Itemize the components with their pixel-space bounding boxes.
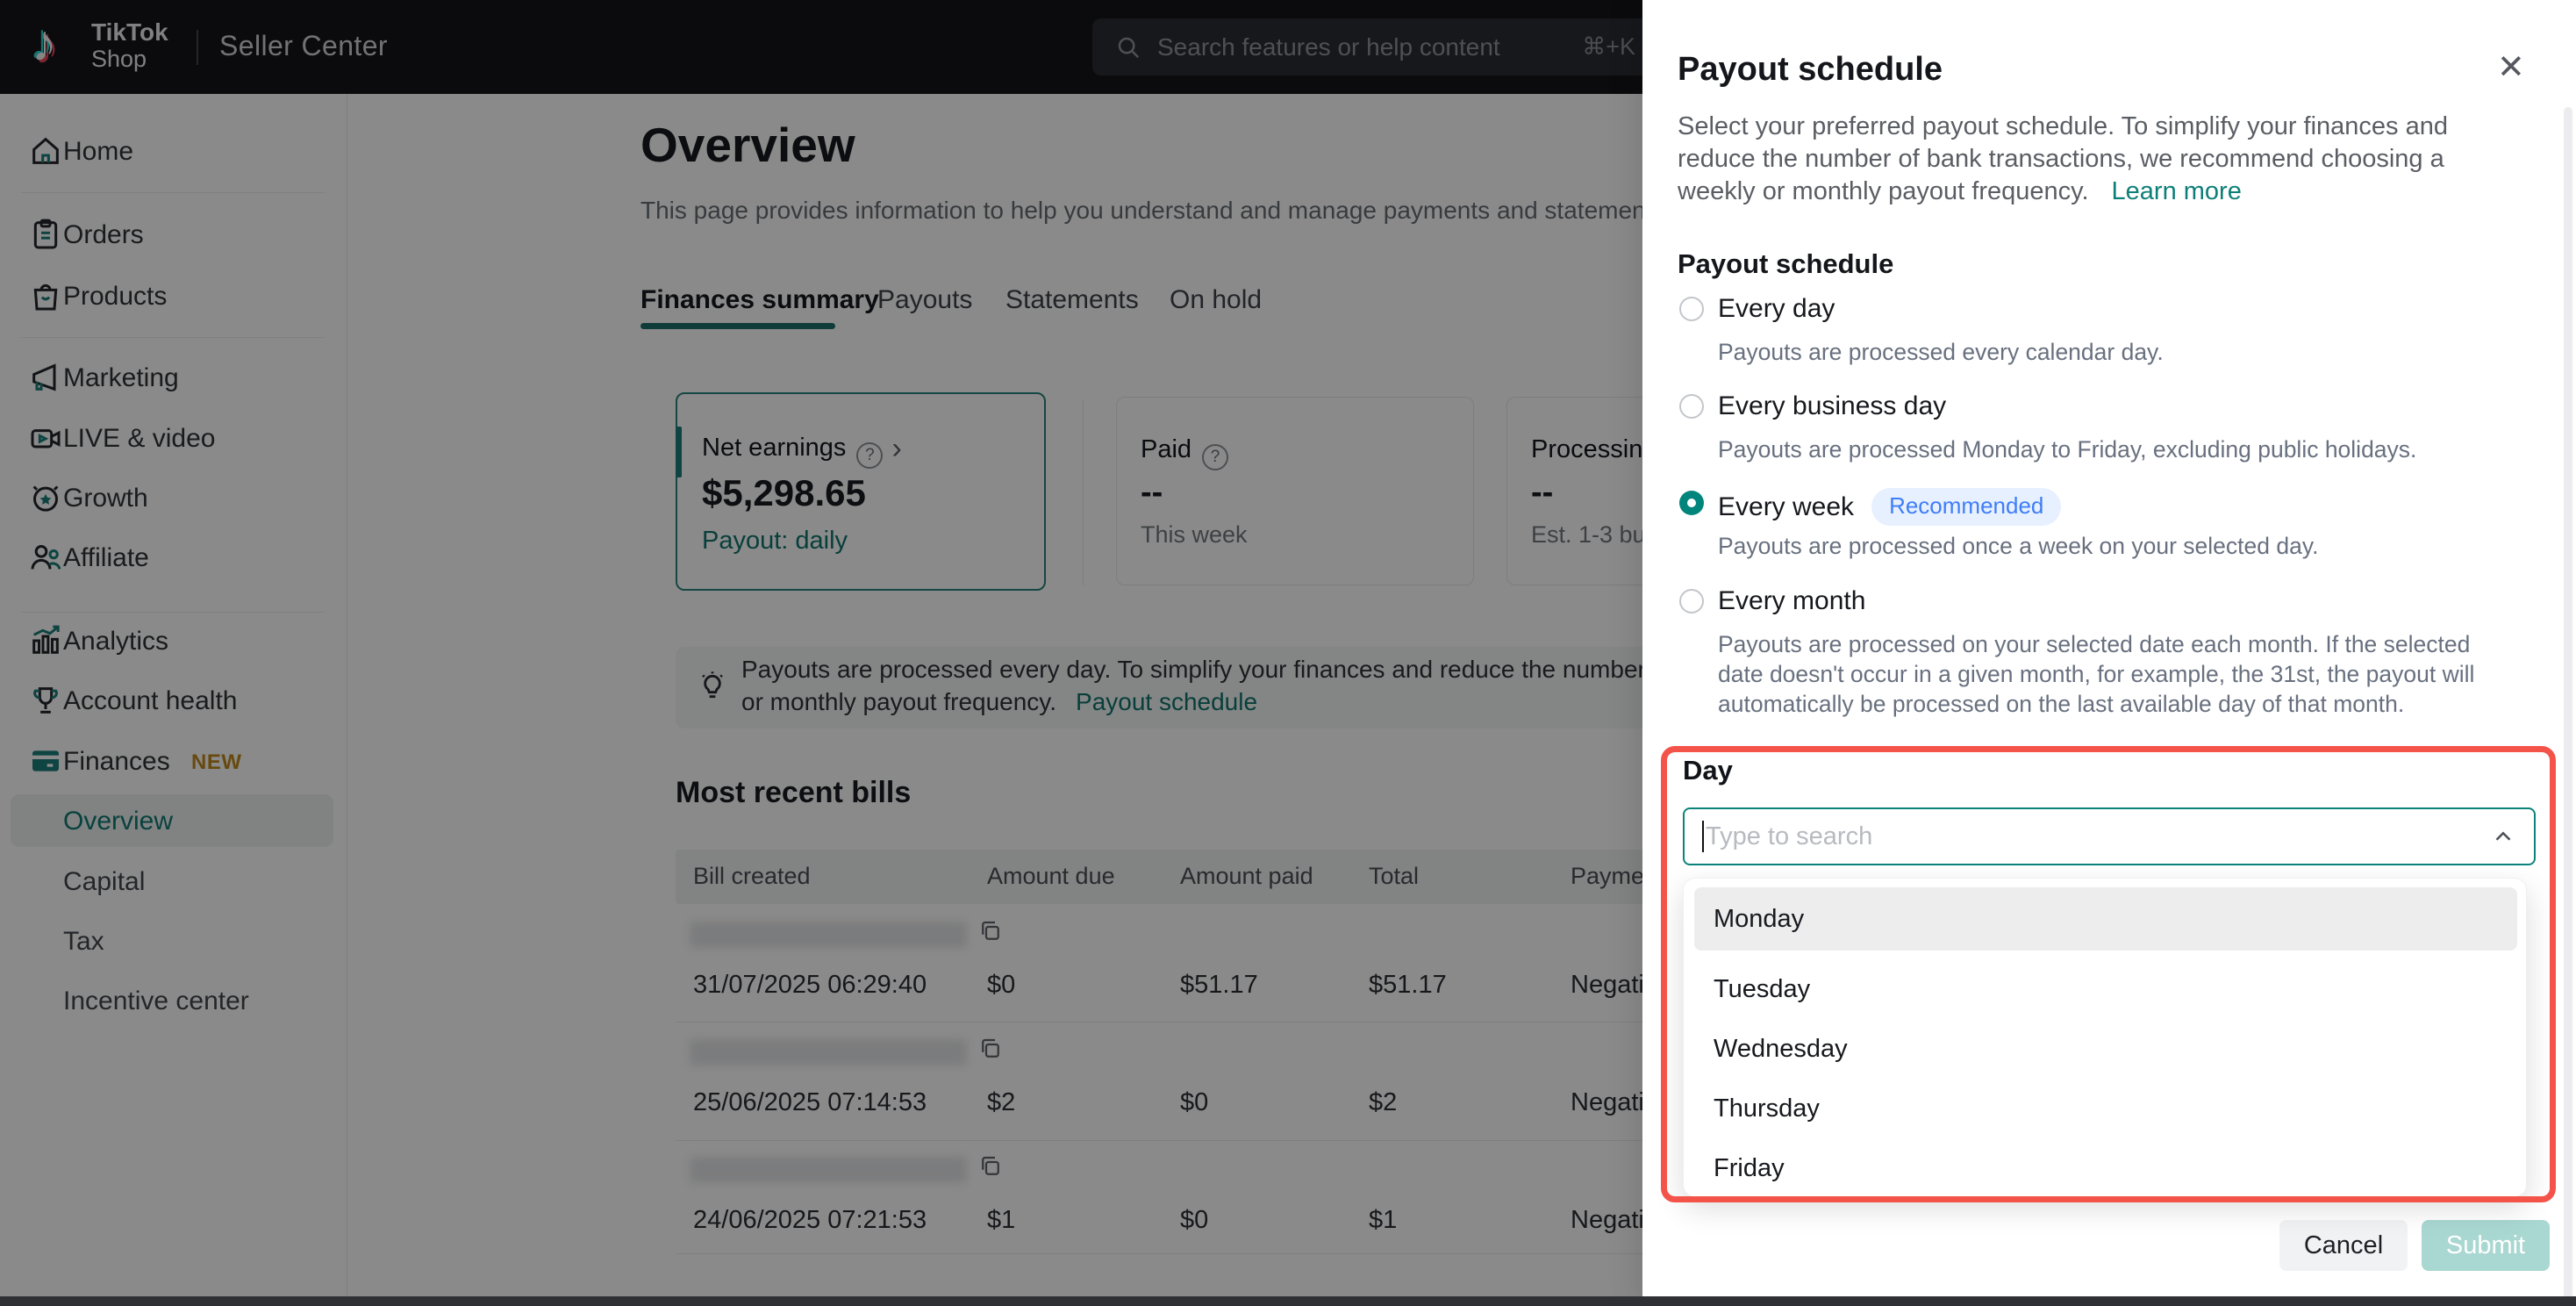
schedule-section-title: Payout schedule [1678, 248, 1894, 279]
option-label[interactable]: Every business day [1718, 391, 1946, 421]
option-label[interactable]: Every day [1718, 294, 1835, 324]
radio-every-week[interactable] [1679, 491, 1704, 515]
chevron-up-icon[interactable] [2490, 823, 2516, 850]
option-label[interactable]: Every month [1718, 586, 1865, 616]
option-label[interactable]: Every week Recommended [1718, 488, 2062, 526]
window-bottom-edge [0, 1296, 2576, 1306]
submit-button[interactable]: Submit [2422, 1220, 2550, 1271]
day-option-wednesday[interactable]: Wednesday [1694, 1019, 2517, 1079]
modal-description: Select your preferred payout schedule. T… [1678, 112, 2449, 205]
modal-title: Payout schedule [1678, 51, 1943, 88]
modal-scrollbar[interactable] [2564, 107, 2572, 1301]
payout-schedule-modal: Payout schedule ✕ Select your preferred … [1642, 0, 2576, 1306]
day-option-tuesday[interactable]: Tuesday [1694, 959, 2517, 1019]
option-description: Payouts are processed once a week on you… [1718, 533, 2319, 559]
option-description: Payouts are processed every calendar day… [1718, 339, 2164, 365]
close-icon[interactable]: ✕ [2497, 47, 2525, 87]
learn-more-link[interactable]: Learn more [2112, 177, 2242, 205]
day-search-input[interactable] [1683, 807, 2536, 865]
radio-every-day[interactable] [1679, 297, 1704, 321]
day-field-label: Day [1683, 755, 1733, 786]
cancel-button[interactable]: Cancel [2279, 1220, 2408, 1271]
option-description: Payouts are processed on your selected d… [1718, 631, 2475, 717]
option-description: Payouts are processed Monday to Friday, … [1718, 436, 2417, 463]
radio-every-month[interactable] [1679, 589, 1704, 614]
day-search-field[interactable] [1706, 822, 2490, 851]
day-option-thursday[interactable]: Thursday [1694, 1079, 2517, 1138]
text-caret [1702, 821, 1704, 852]
radio-every-business-day[interactable] [1679, 394, 1704, 419]
day-dropdown-list: Monday Tuesday Wednesday Thursday Friday [1683, 878, 2527, 1197]
day-option-friday[interactable]: Friday [1694, 1138, 2517, 1198]
recommended-badge: Recommended [1871, 488, 2062, 526]
day-option-monday[interactable]: Monday [1694, 887, 2517, 951]
